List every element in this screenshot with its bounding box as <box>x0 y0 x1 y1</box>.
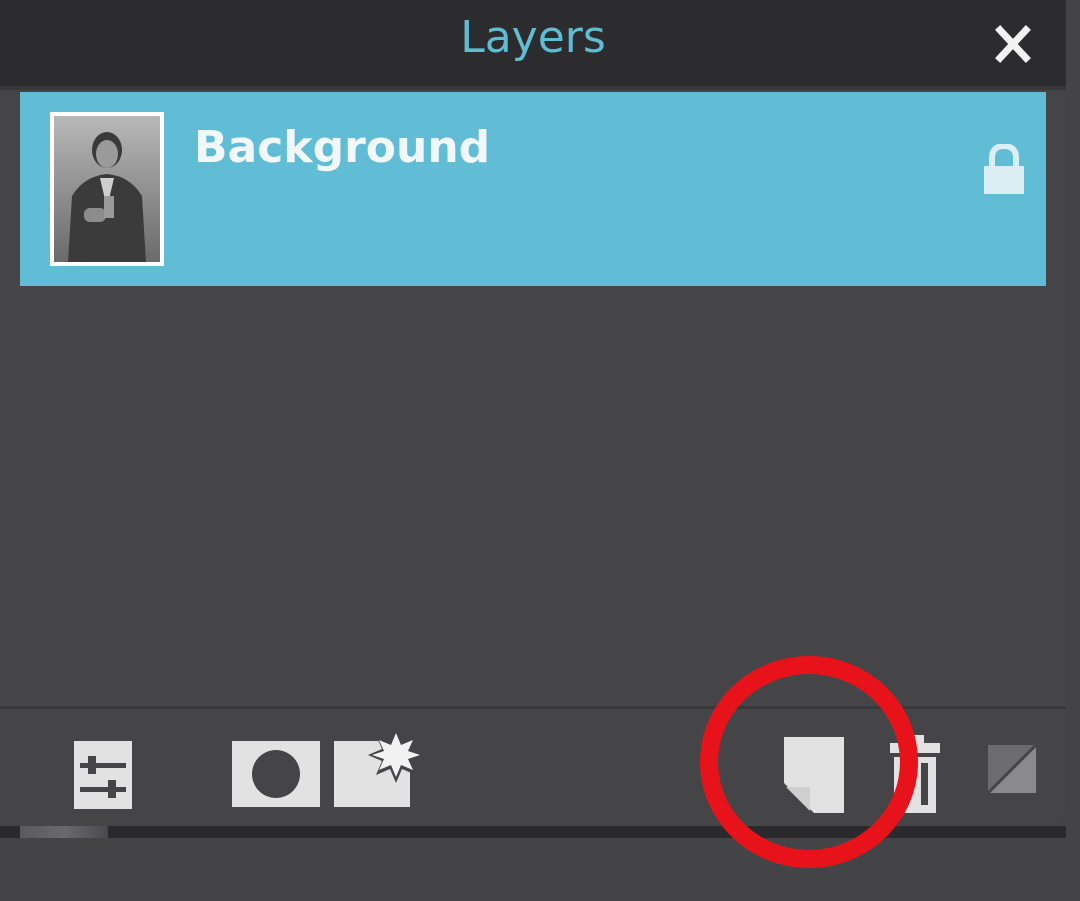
panel-title-bar[interactable]: Layers <box>0 0 1066 90</box>
close-icon <box>995 25 1031 63</box>
layer-fill-button[interactable] <box>986 743 1038 795</box>
layer-fill-icon <box>986 743 1038 795</box>
add-mask-button[interactable] <box>232 741 320 807</box>
horizontal-scrollbar[interactable] <box>0 826 1066 838</box>
close-button[interactable] <box>990 24 1036 64</box>
new-layer-icon <box>784 737 844 813</box>
layer-row-background[interactable]: Background <box>20 92 1046 286</box>
layer-effects-button[interactable] <box>334 727 424 807</box>
layers-toolbar <box>0 706 1066 826</box>
delete-layer-button[interactable] <box>886 735 944 813</box>
lock-icon <box>982 142 1026 196</box>
panel-title: Layers <box>460 12 606 63</box>
portrait-photo-thumbnail <box>54 116 160 262</box>
layer-thumbnail <box>50 112 164 266</box>
layer-effects-icon <box>334 727 424 807</box>
adjustments-button[interactable] <box>74 741 132 809</box>
new-layer-button[interactable] <box>784 737 844 813</box>
delete-layer-icon <box>890 735 940 813</box>
layer-name: Background <box>194 122 491 173</box>
layers-panel: Layers Background <box>0 0 1066 826</box>
add-mask-icon <box>232 741 320 807</box>
adjustments-icon <box>74 741 132 809</box>
scrollbar-thumb[interactable] <box>20 826 108 838</box>
